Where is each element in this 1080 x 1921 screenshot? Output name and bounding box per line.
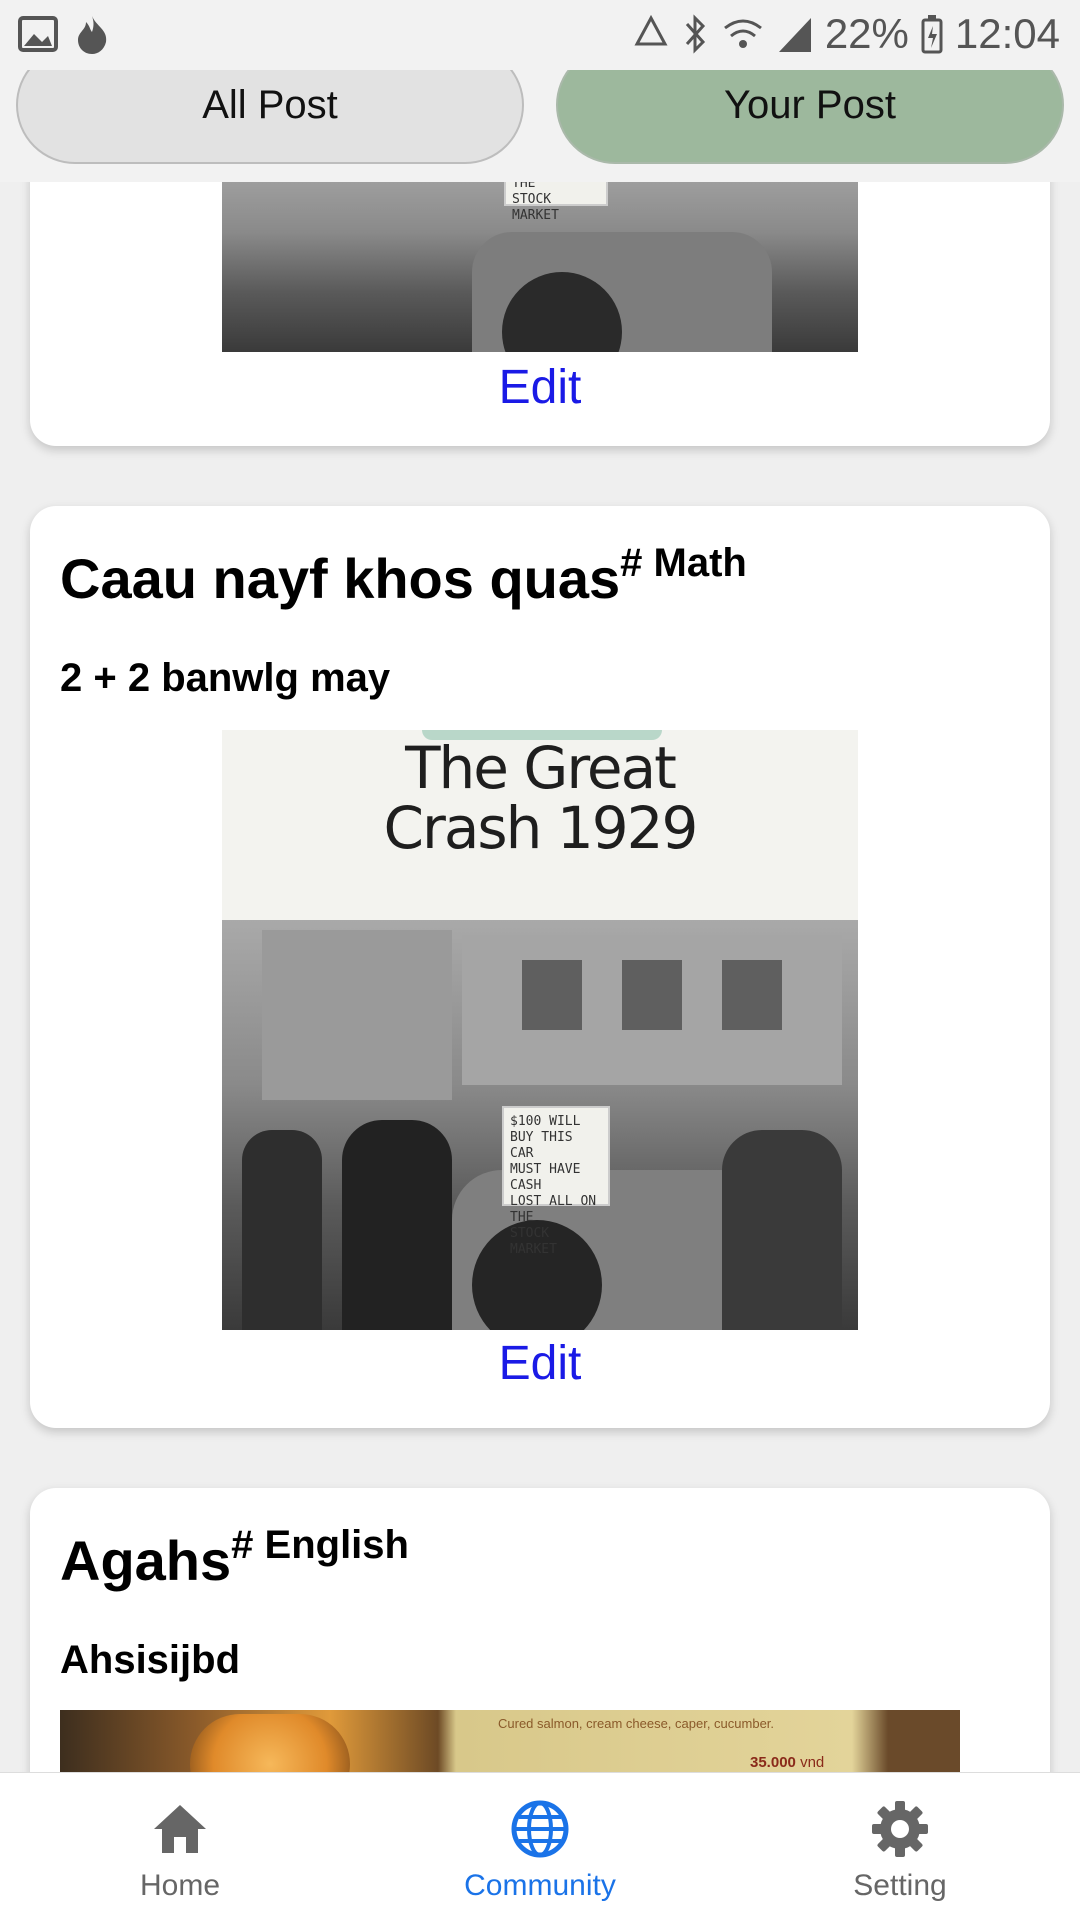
globe-icon [511, 1800, 569, 1858]
signal-icon [778, 18, 811, 52]
flame-icon [78, 16, 107, 54]
post-image: Cured salmon, cream cheese, caper, cucum… [60, 1710, 960, 1772]
post-tag: # English [231, 1523, 409, 1567]
clock: 12:04 [954, 10, 1060, 57]
gear-icon [872, 1801, 928, 1857]
post-image: The Great Crash 1929 $100 WILL BUY THIS … [222, 730, 858, 1330]
home-icon [154, 1805, 206, 1853]
image-sign-text: LOST ALL ON THE STOCK MARKET [504, 182, 608, 223]
post-feed[interactable]: LOST ALL ON THE STOCK MARKET Edit Caau n… [0, 182, 1080, 1772]
battery-icon [921, 15, 943, 54]
nav-home[interactable]: Home [0, 1773, 360, 1921]
cover-title-line1: The Great [405, 734, 677, 802]
bottom-navigation: Home Community Setting [0, 1772, 1080, 1921]
edit-link[interactable]: Edit [30, 360, 1050, 415]
cover-title-line2: Crash 1929 [383, 794, 699, 862]
recycle-icon [634, 14, 668, 46]
post-title: Caau nayf khos quas# Math [60, 541, 747, 610]
nav-home-label: Home [139, 1869, 221, 1902]
edit-link[interactable]: Edit [30, 1336, 1050, 1391]
nav-setting[interactable]: Setting [720, 1773, 1080, 1921]
menu-price: 35.000 vnd [750, 1754, 825, 1771]
post-card: Caau nayf khos quas# Math 2 + 2 banwlg m… [30, 506, 1050, 1428]
status-bar: 22% 12:04 [0, 0, 1080, 70]
image-sign-text: $100 WILL BUY THIS CAR MUST HAVE CASH LO… [502, 1106, 610, 1257]
bluetooth-icon [685, 14, 705, 54]
post-title: Agahs# English [60, 1523, 409, 1592]
post-body: Ahsisijbd [60, 1638, 241, 1682]
wifi-icon [723, 19, 762, 48]
post-body: 2 + 2 banwlg may [60, 656, 391, 700]
book-cover-header: The Great Crash 1929 [222, 730, 858, 920]
nav-community-label: Community [464, 1869, 616, 1902]
battery-percent: 22% [824, 10, 909, 57]
image-icon [18, 16, 58, 52]
nav-community[interactable]: Community [360, 1773, 720, 1921]
post-image: LOST ALL ON THE STOCK MARKET [222, 182, 858, 352]
post-tag: # Math [620, 541, 747, 585]
post-card: LOST ALL ON THE STOCK MARKET Edit [30, 182, 1050, 446]
nav-setting-label: Setting [853, 1869, 947, 1902]
menu-caption: Cured salmon, cream cheese, caper, cucum… [498, 1716, 775, 1731]
